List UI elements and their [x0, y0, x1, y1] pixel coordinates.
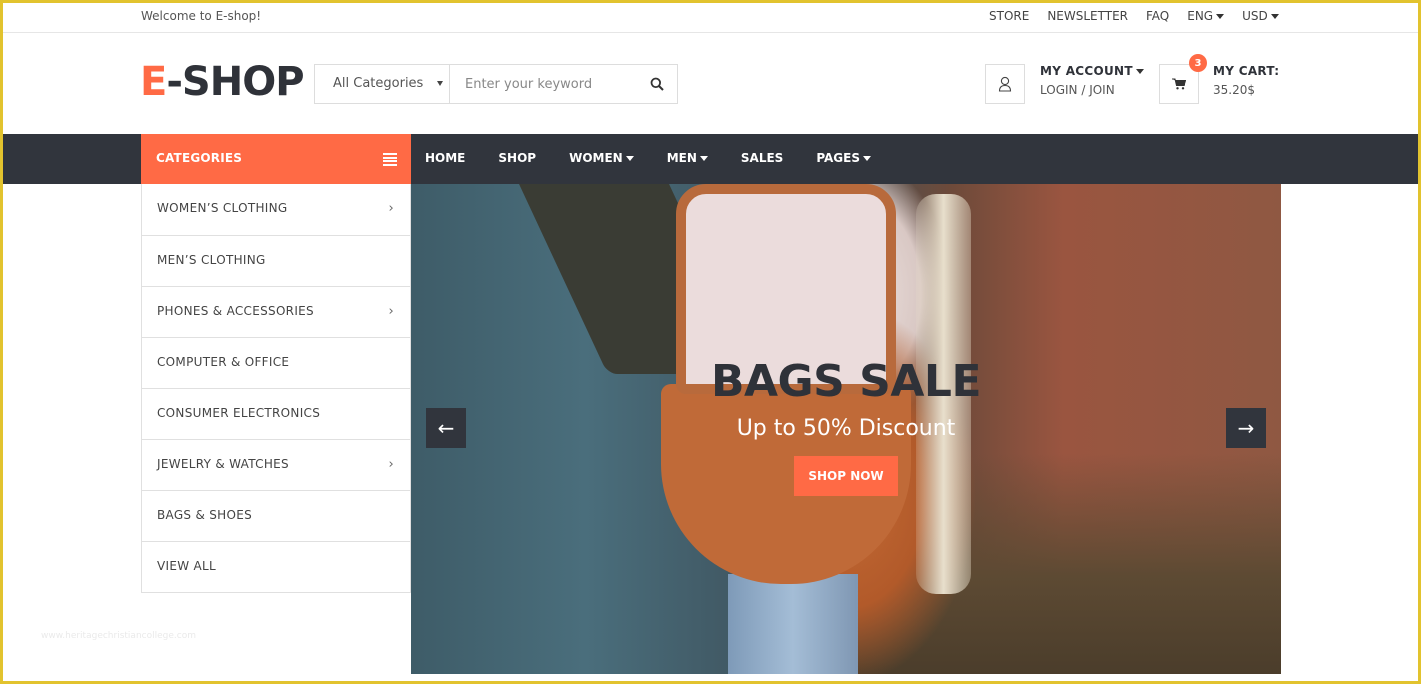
category-item-jewelry-watches[interactable]: JEWELRY & WATCHES › — [142, 439, 410, 490]
nav-pages-label: PAGES — [816, 151, 860, 165]
category-label: MEN’S CLOTHING — [157, 253, 266, 267]
account-title: MY ACCOUNT — [1040, 64, 1133, 78]
nav-home[interactable]: HOME — [425, 134, 465, 184]
hero-subtitle: Up to 50% Discount — [736, 416, 956, 441]
cart-summary[interactable]: MY CART: 35.20$ — [1213, 64, 1279, 97]
cart-count-badge: 3 — [1189, 54, 1207, 72]
nav-men-label: MEN — [666, 151, 697, 165]
category-item-bags-shoes[interactable]: BAGS & SHOES — [142, 490, 410, 541]
category-label: PHONES & ACCESSORIES — [157, 304, 314, 318]
category-label: CONSUMER ELECTRONICS — [157, 406, 321, 420]
main-nav: CATEGORIES HOME SHOP WOMEN MEN SALES PAG… — [3, 134, 1418, 184]
caret-down-icon — [699, 156, 708, 161]
logo-text: -SHOP — [166, 59, 304, 105]
category-select[interactable]: All Categories — [315, 65, 450, 103]
search-button[interactable] — [637, 65, 677, 103]
category-item-phones-accessories[interactable]: PHONES & ACCESSORIES › — [142, 286, 410, 337]
top-bar: Welcome to E-shop! STORE NEWSLETTER FAQ … — [3, 3, 1418, 33]
arrow-right-icon: → — [1237, 416, 1255, 440]
hero-slider: BAGS SALE Up to 50% Discount SHOP NOW ← … — [411, 184, 1281, 674]
category-label: WOMEN’S CLOTHING — [157, 201, 288, 215]
faq-link[interactable]: FAQ — [1146, 9, 1169, 23]
nav-shop[interactable]: SHOP — [498, 134, 536, 184]
category-list: WOMEN’S CLOTHING › MEN’S CLOTHING PHONES … — [141, 184, 411, 593]
caret-down-icon — [625, 156, 634, 161]
nav-sales[interactable]: SALES — [741, 134, 783, 184]
category-item-view-all[interactable]: VIEW ALL — [142, 541, 410, 592]
search-input[interactable] — [450, 65, 637, 103]
hero-image-jeans — [728, 574, 858, 674]
category-item-computer-office[interactable]: COMPUTER & OFFICE — [142, 337, 410, 388]
category-item-womens-clothing[interactable]: WOMEN’S CLOTHING › — [142, 184, 410, 235]
watermark: www.heritagechristiancollege.com — [41, 631, 196, 641]
chevron-right-icon: › — [388, 457, 394, 472]
category-item-consumer-electronics[interactable]: CONSUMER ELECTRONICS — [142, 388, 410, 439]
login-join-link[interactable]: LOGIN / JOIN — [1040, 83, 1144, 97]
user-icon — [998, 76, 1012, 92]
category-select-value: All Categories — [333, 76, 424, 91]
caret-down-icon — [862, 156, 871, 161]
caret-down-icon — [1216, 14, 1225, 19]
arrow-left-icon: ← — [437, 416, 455, 440]
account-button[interactable] — [985, 64, 1025, 104]
nav-pages[interactable]: PAGES — [816, 134, 871, 184]
slider-prev-button[interactable]: ← — [426, 408, 466, 448]
newsletter-link[interactable]: NEWSLETTER — [1047, 9, 1128, 23]
caret-down-icon — [1135, 69, 1144, 74]
cart-total: 35.20$ — [1213, 83, 1255, 97]
category-label: COMPUTER & OFFICE — [157, 355, 290, 369]
cart-icon — [1172, 78, 1186, 90]
account-menu[interactable]: MY ACCOUNT LOGIN / JOIN — [1040, 64, 1144, 97]
category-label: VIEW ALL — [157, 559, 216, 573]
categories-label: CATEGORIES — [156, 151, 243, 165]
cart-title: MY CART: — [1213, 64, 1280, 78]
nav-women[interactable]: WOMEN — [569, 134, 634, 184]
category-item-mens-clothing[interactable]: MEN’S CLOTHING — [142, 235, 410, 286]
caret-down-icon — [1270, 14, 1279, 19]
chevron-right-icon: › — [388, 304, 394, 319]
chevron-right-icon: › — [388, 201, 394, 216]
search-bar: All Categories — [314, 64, 678, 104]
currency-dropdown[interactable]: USD — [1242, 9, 1279, 23]
categories-toggle[interactable]: CATEGORIES — [141, 134, 411, 184]
welcome-text: Welcome to E-shop! — [141, 9, 262, 23]
hero-title: BAGS SALE — [710, 356, 982, 407]
language-dropdown[interactable]: ENG — [1187, 9, 1225, 23]
shop-now-button[interactable]: SHOP NOW — [794, 456, 898, 496]
store-link[interactable]: STORE — [989, 9, 1029, 23]
category-label: BAGS & SHOES — [157, 508, 253, 522]
nav-women-label: WOMEN — [569, 151, 623, 165]
nav-links: HOME SHOP WOMEN MEN SALES PAGES — [425, 134, 904, 184]
menu-icon — [383, 153, 397, 167]
category-label: JEWELRY & WATCHES — [157, 457, 289, 471]
slider-next-button[interactable]: → — [1226, 408, 1266, 448]
nav-men[interactable]: MEN — [667, 134, 708, 184]
logo[interactable]: E-SHOP — [140, 59, 305, 105]
page: Welcome to E-shop! STORE NEWSLETTER FAQ … — [3, 3, 1418, 681]
language-label: ENG — [1187, 9, 1214, 23]
currency-label: USD — [1242, 9, 1268, 23]
search-icon — [650, 77, 664, 91]
top-links: STORE NEWSLETTER FAQ ENG USD — [989, 9, 1279, 23]
caret-down-icon — [437, 81, 443, 86]
logo-accent: E — [140, 59, 167, 105]
